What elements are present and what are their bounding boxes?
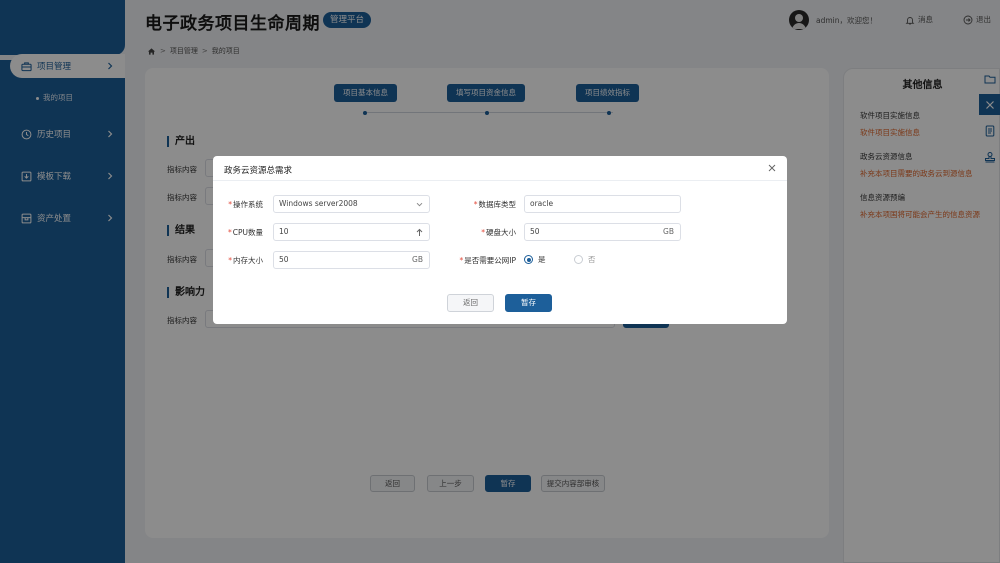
cpu-input[interactable]: 10: [273, 223, 430, 241]
disk-label: *硬盘大小: [481, 228, 516, 237]
modal-divider: [213, 180, 787, 181]
chevron-down-icon: [416, 202, 423, 207]
disk-input[interactable]: 50 GB: [524, 223, 681, 241]
os-label: *操作系统: [228, 200, 263, 209]
public-ip-label: *是否需要公网IP: [459, 256, 516, 265]
disk-unit: GB: [663, 227, 674, 236]
modal-back-button[interactable]: 返回: [447, 294, 494, 312]
memory-unit: GB: [412, 255, 423, 264]
memory-input[interactable]: 50 GB: [273, 251, 430, 269]
public-ip-yes-radio[interactable]: 是: [524, 254, 546, 265]
arrow-up-icon[interactable]: [415, 228, 424, 237]
os-select[interactable]: Windows server2008: [273, 195, 430, 213]
db-label: *数据库类型: [473, 200, 516, 209]
memory-label: *内存大小: [228, 256, 263, 265]
public-ip-no-radio[interactable]: 否: [574, 254, 596, 265]
modal-title: 政务云资源总需求: [224, 166, 293, 176]
radio-checked-icon: [524, 255, 533, 264]
cloud-resource-modal: 政务云资源总需求 *操作系统 Windows server2008 *数据库类型…: [213, 156, 787, 324]
radio-unchecked-icon: [574, 255, 583, 264]
db-input[interactable]: oracle: [524, 195, 681, 213]
cpu-label: *CPU数量: [228, 228, 263, 237]
modal-save-button[interactable]: 暂存: [505, 294, 552, 312]
close-icon[interactable]: [766, 162, 778, 174]
